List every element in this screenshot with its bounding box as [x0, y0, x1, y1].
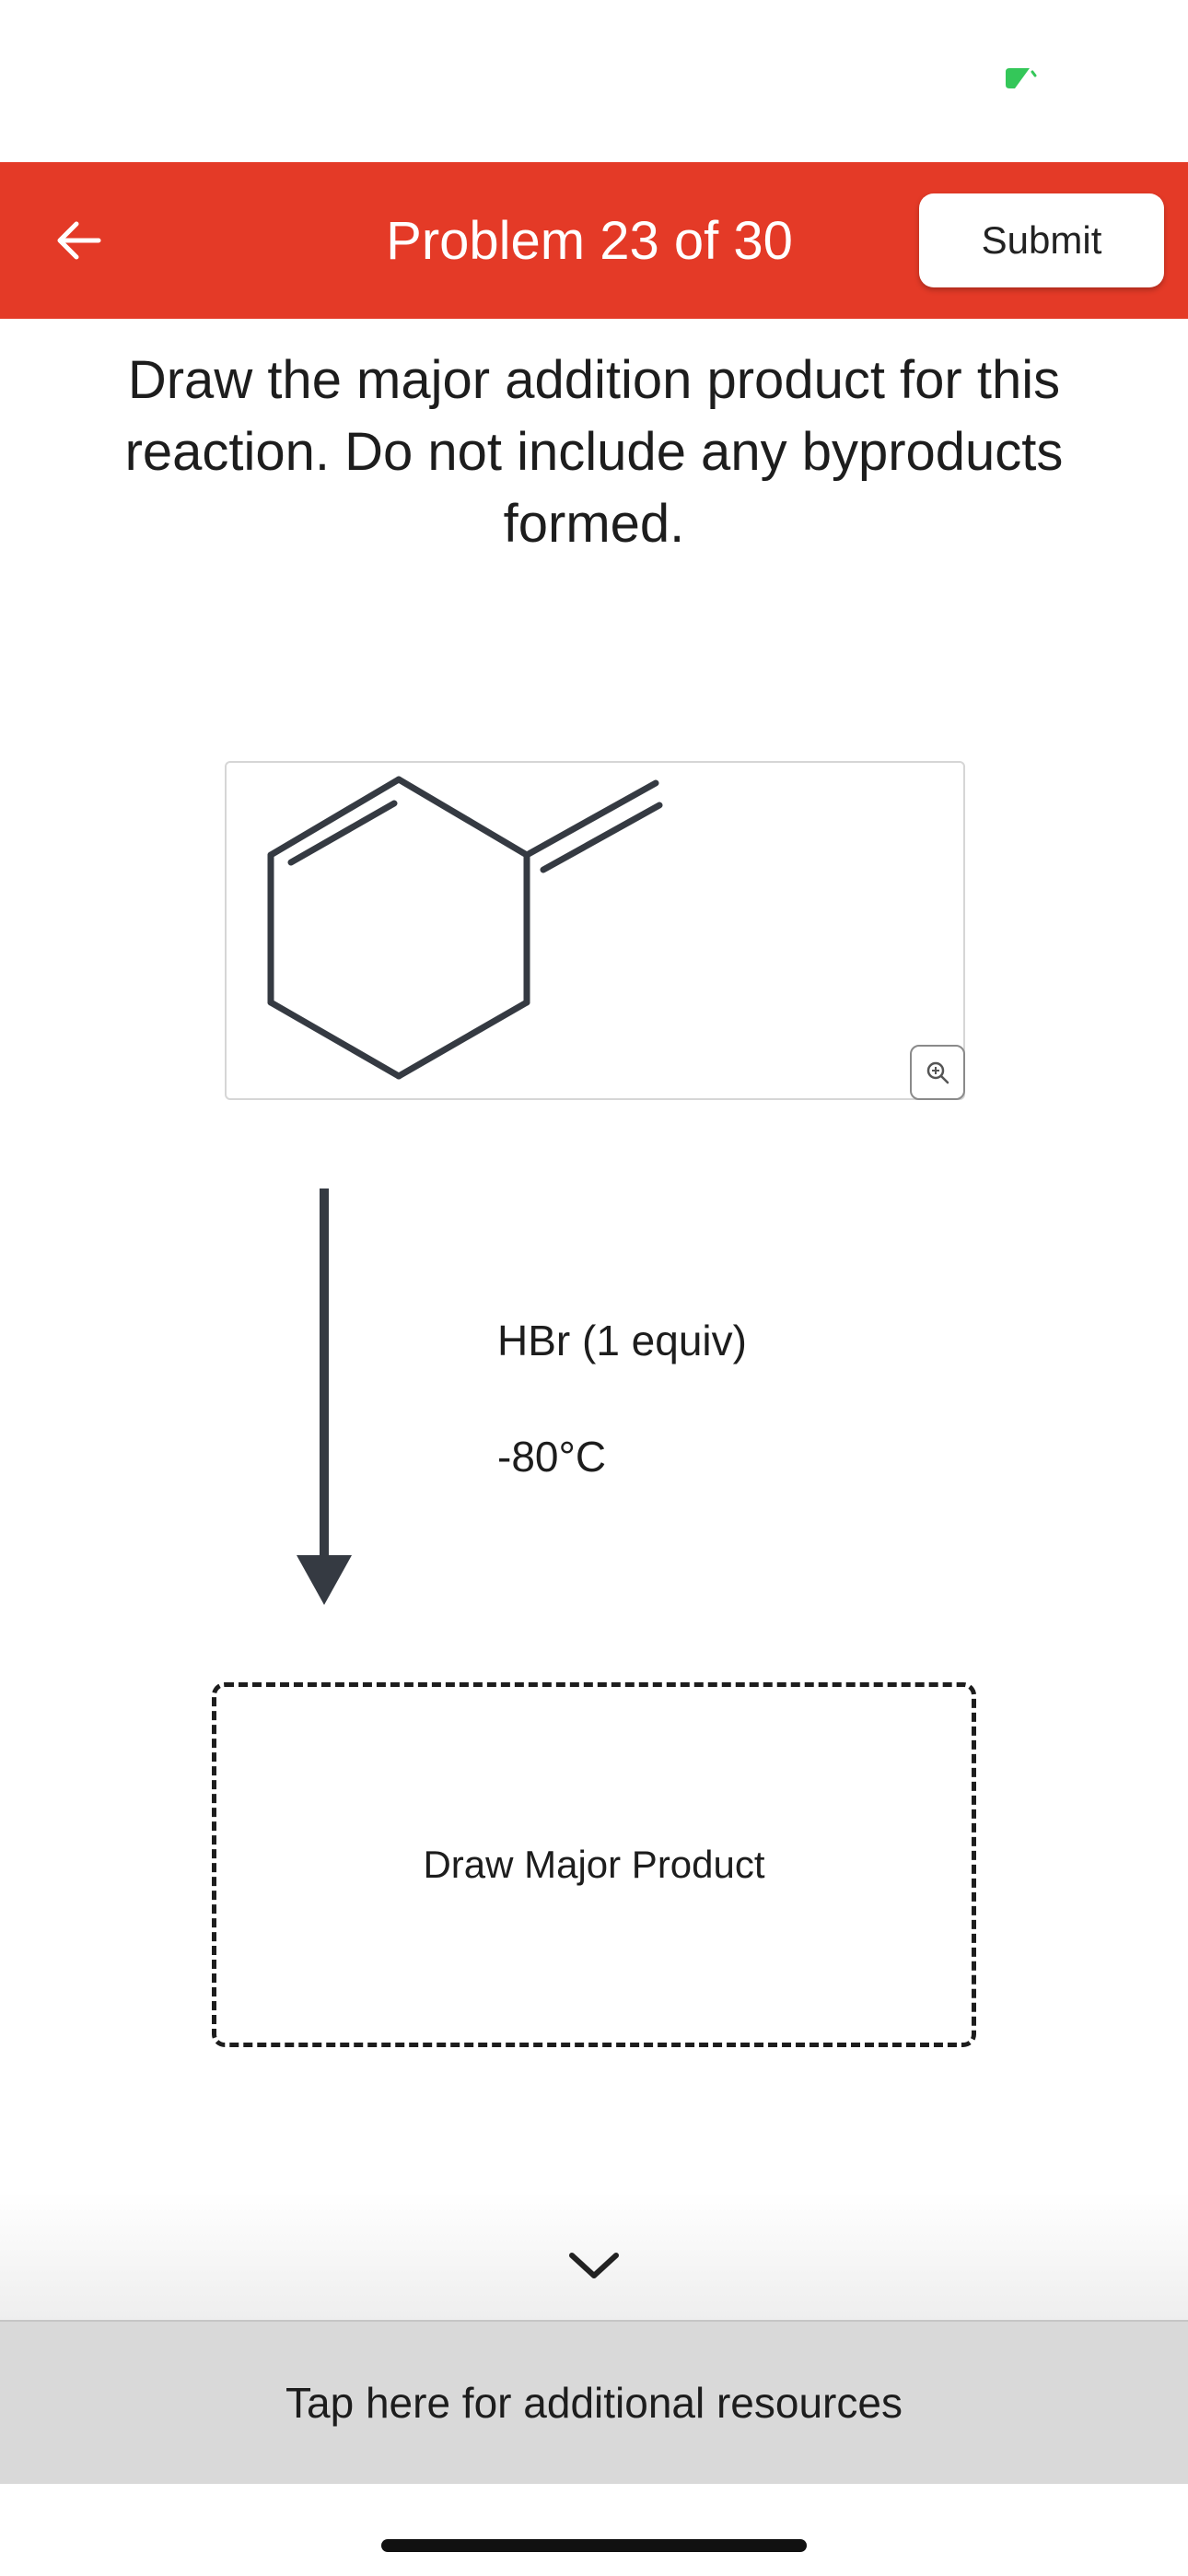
status-bar	[0, 0, 1188, 162]
arrow-left-icon	[57, 221, 101, 260]
page-title: Problem 23 of 30	[386, 210, 793, 271]
ring-bond	[267, 776, 402, 859]
draw-product-label: Draw Major Product	[423, 1843, 765, 1886]
header-bar: Problem 23 of 30 Submit	[0, 162, 1188, 319]
reactant-structure-panel	[225, 761, 965, 1100]
ring-bond	[395, 999, 530, 1080]
condition-label: -80°C	[497, 1433, 607, 1481]
methylenecyclohexene-structure	[267, 776, 663, 1080]
expand-resources-toggle[interactable]	[562, 2239, 626, 2294]
question-text: Draw the major addition product for this…	[124, 350, 1064, 554]
zoom-in-icon	[926, 1061, 949, 1084]
zoom-button[interactable]	[910, 1045, 965, 1100]
ring-bond	[267, 999, 402, 1080]
reagent-label: HBr (1 equiv)	[497, 1317, 747, 1364]
back-button[interactable]	[37, 199, 120, 282]
home-indicator	[381, 2539, 807, 2552]
recording-indicator-icon	[1006, 68, 1037, 88]
submit-button[interactable]: Submit	[919, 193, 1164, 287]
chevron-down-icon	[569, 2253, 619, 2278]
down-arrow-icon	[297, 1188, 352, 1605]
ring-bond	[395, 776, 530, 859]
draw-product-area[interactable]: Draw Major Product	[212, 1682, 976, 2047]
resources-button[interactable]: Tap here for additional resources	[0, 2320, 1188, 2484]
resources-label: Tap here for additional resources	[285, 2379, 903, 2427]
